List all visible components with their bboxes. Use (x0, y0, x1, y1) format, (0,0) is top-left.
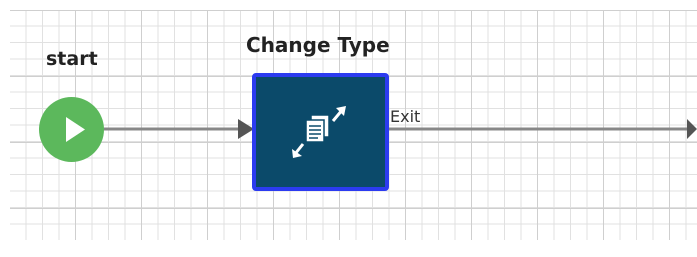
change-type-node[interactable] (252, 73, 389, 191)
start-node[interactable] (39, 97, 104, 162)
workflow-canvas[interactable]: start Change Type Exit (0, 0, 697, 257)
play-icon (66, 117, 85, 142)
task-node-label: Change Type (246, 33, 390, 57)
start-node-label: start (46, 48, 98, 70)
change-type-icon (292, 106, 346, 158)
exit-connector-arrowhead (687, 119, 697, 139)
exit-connector-label: Exit (390, 107, 421, 126)
